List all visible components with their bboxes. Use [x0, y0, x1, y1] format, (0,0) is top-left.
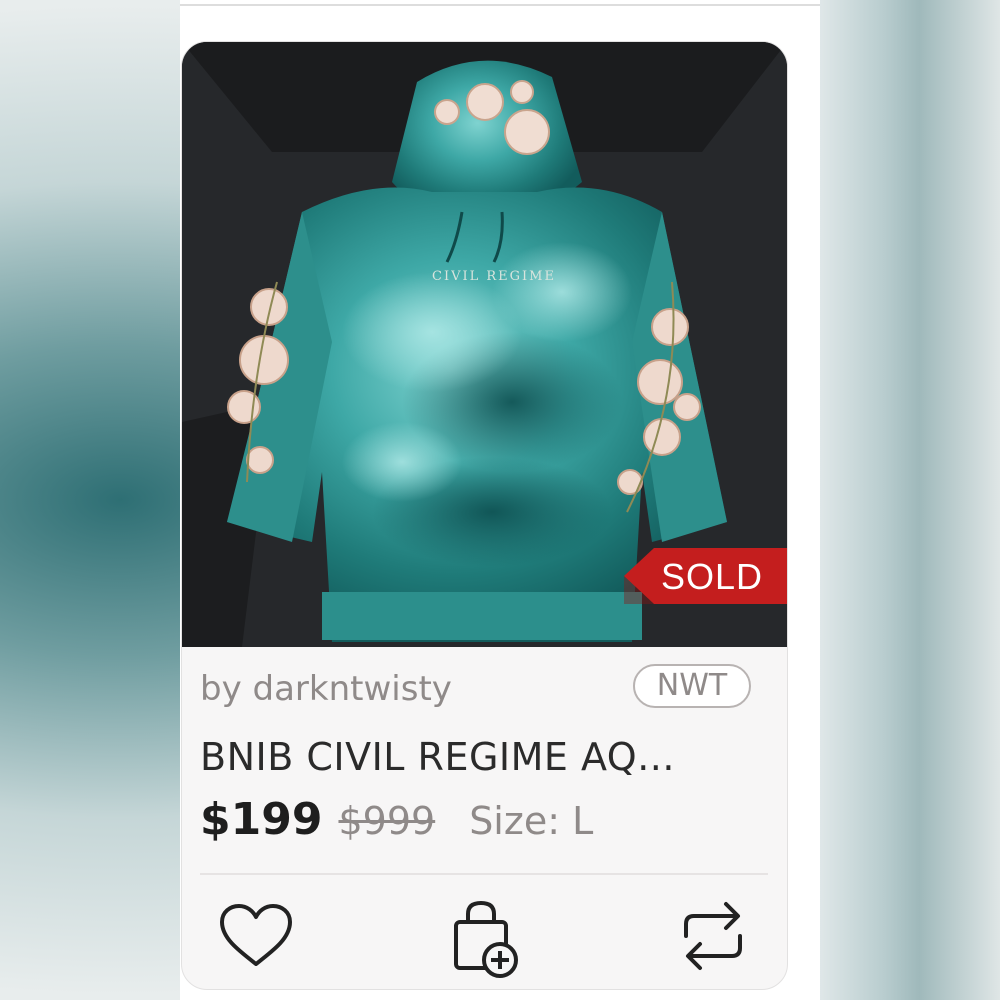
background-right [820, 0, 1000, 1000]
size-label: Size: L [469, 799, 594, 843]
actions-divider [200, 873, 768, 875]
condition-badge: NWT [633, 664, 751, 708]
seller-link[interactable]: by darkntwisty [200, 669, 452, 709]
top-divider [180, 4, 820, 6]
original-price: $999 [338, 799, 436, 843]
listing-card[interactable]: CIVIL REGIME SOLD by darkntwisty NWT BNI… [181, 41, 788, 990]
price: $199 [200, 794, 323, 845]
repost-icon[interactable] [680, 898, 746, 974]
chest-print: CIVIL REGIME [432, 269, 556, 284]
bag-plus-icon[interactable] [450, 898, 524, 978]
price-row: $199 $999 Size: L [200, 794, 593, 846]
heart-icon[interactable] [218, 902, 294, 968]
listing-title[interactable]: BNIB CIVIL REGIME AQ... [200, 735, 780, 779]
sold-badge: SOLD [660, 556, 764, 597]
